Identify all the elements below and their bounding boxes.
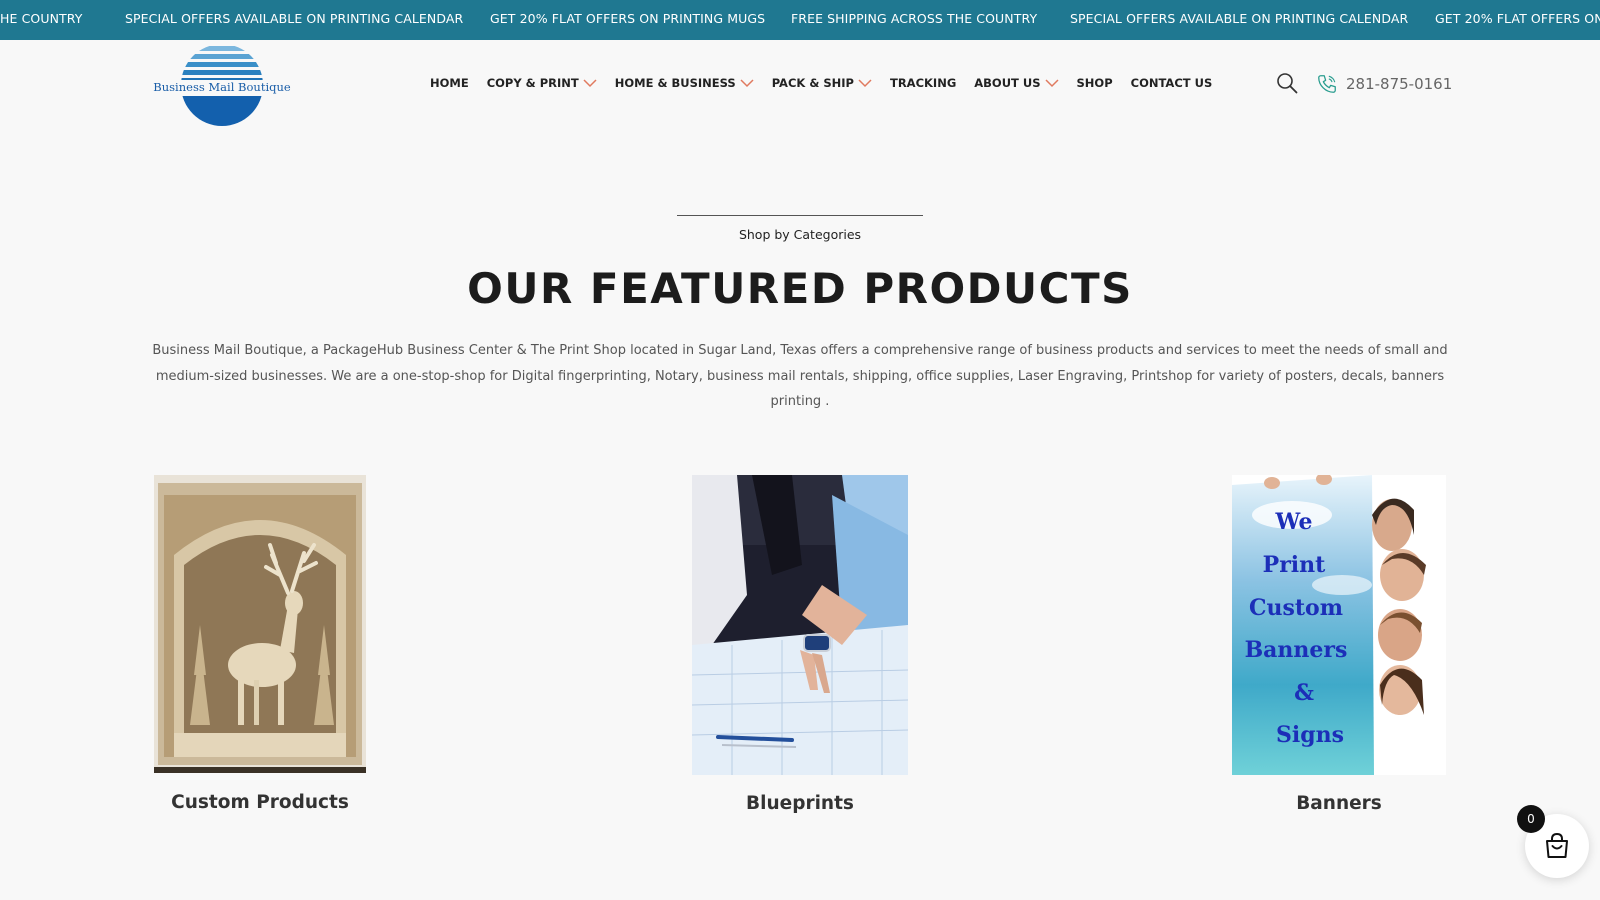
ticker-item: HE COUNTRY xyxy=(0,11,83,26)
product-name[interactable]: Custom Products xyxy=(154,792,366,813)
product-name[interactable]: Banners xyxy=(1232,793,1446,814)
nav-item-home-business[interactable]: HOME & BUSINESS xyxy=(615,76,754,90)
section-title: OUR FEATURED PRODUCTS xyxy=(467,264,1133,313)
product-image[interactable] xyxy=(154,475,366,773)
nav-item-home[interactable]: HOME xyxy=(430,76,469,90)
nav-item-label: HOME xyxy=(430,76,469,90)
banner-image-text: Custom xyxy=(1249,595,1343,621)
nav-item-shop[interactable]: SHOP xyxy=(1077,76,1113,90)
ticker-item: FREE SHIPPING ACROSS THE COUNTRY xyxy=(791,11,1038,26)
nav-item-label: TRACKING xyxy=(889,76,957,90)
product-name[interactable]: Blueprints xyxy=(692,793,908,814)
nav-item-label: PACK & SHIP xyxy=(771,76,854,90)
product-image[interactable]: We Print Custom Banners & Signs xyxy=(1232,475,1446,775)
ticker-item: SPECIAL OFFERS AVAILABLE ON PRINTING CAL… xyxy=(1070,11,1409,26)
nav-item-pack-ship[interactable]: PACK & SHIP xyxy=(772,76,872,90)
nav-item-contact-us[interactable]: CONTACT US xyxy=(1131,76,1213,90)
shopping-bag-icon xyxy=(1546,832,1568,858)
banner-image-text: Signs xyxy=(1276,722,1344,748)
nav-item-label: CONTACT US xyxy=(1130,76,1213,90)
banner-image-text: & xyxy=(1294,680,1314,706)
phone-icon xyxy=(1318,75,1336,93)
section-divider xyxy=(677,215,923,216)
chevron-down-icon xyxy=(1044,79,1059,88)
chevron-down-icon xyxy=(740,79,754,88)
ticker-item: GET 20% FLAT OFFERS ON PRINTING MUGS xyxy=(490,11,766,26)
product-image[interactable] xyxy=(692,475,908,775)
phone-number[interactable]: 281-875-0161 xyxy=(1346,75,1452,93)
logo-text: Business Mail Boutique xyxy=(152,80,292,94)
main-nav: HOME COPY & PRINT HOME & BUSINESS PACK &… xyxy=(430,76,1230,90)
banner-image-text: We xyxy=(1275,509,1313,535)
product-card-blueprints[interactable] xyxy=(692,475,908,775)
cart-count-badge: 0 xyxy=(1517,805,1545,833)
chevron-down-icon xyxy=(858,79,872,88)
section-eyebrow: Shop by Categories xyxy=(738,227,862,242)
banner-image-text: Print xyxy=(1263,552,1326,578)
nav-item-about-us[interactable]: ABOUT US xyxy=(974,76,1059,90)
nav-item-label: ABOUT US xyxy=(974,76,1041,90)
product-card-custom-products[interactable] xyxy=(154,475,366,773)
product-card-banners[interactable]: We Print Custom Banners & Signs xyxy=(1232,475,1446,775)
nav-item-tracking[interactable]: TRACKING xyxy=(890,76,956,90)
nav-item-label: COPY & PRINT xyxy=(486,76,579,90)
ticker-item: SPECIAL OFFERS AVAILABLE ON PRINTING CAL… xyxy=(125,11,464,26)
banner-image-text: Banners xyxy=(1245,637,1348,663)
nav-item-label: HOME & BUSINESS xyxy=(614,76,736,90)
nav-item-label: SHOP xyxy=(1076,76,1113,90)
section-intro: Business Mail Boutique, a PackageHub Bus… xyxy=(152,343,1448,409)
search-icon[interactable] xyxy=(1276,72,1298,94)
announcement-ticker: HE COUNTRY SPECIAL OFFERS AVAILABLE ON P… xyxy=(0,0,1600,40)
chevron-down-icon xyxy=(583,79,597,88)
ticker-item: GET 20% FLAT OFFERS ON P xyxy=(1435,11,1600,26)
nav-item-copy-print[interactable]: COPY & PRINT xyxy=(487,76,597,90)
